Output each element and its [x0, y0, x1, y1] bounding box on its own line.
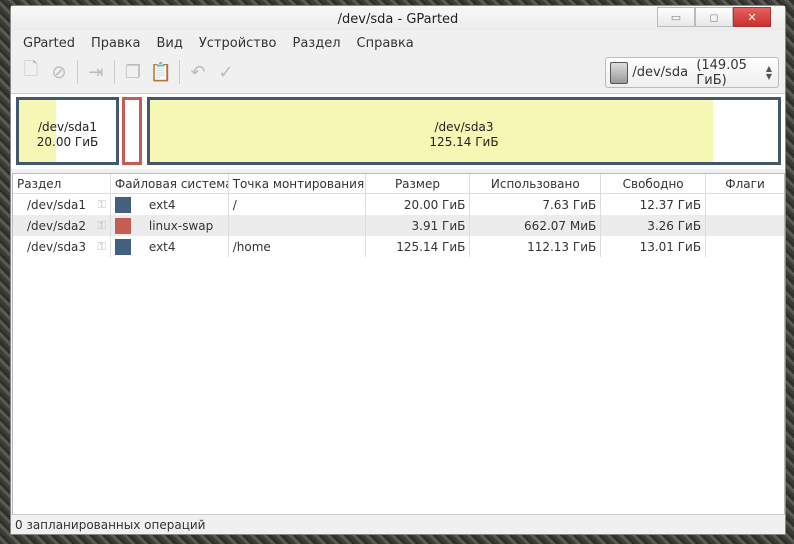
- fs-color-swatch: [114, 196, 131, 213]
- device-size: (149.05 ГиБ): [696, 57, 747, 88]
- mount-point: /: [232, 197, 237, 212]
- map-partition-size: 125.14 ГиБ: [429, 135, 499, 149]
- col-used[interactable]: Использовано: [470, 174, 602, 193]
- map-partition-size: 20.00 ГиБ: [36, 135, 99, 149]
- separator: [77, 60, 78, 84]
- hard-disk-icon: [610, 61, 629, 84]
- table-row[interactable]: /dev/sda1 ⚿ ext4 / 20.00 ГиБ 7.63 ГиБ 12.…: [13, 194, 784, 215]
- menu-edit[interactable]: Правка: [83, 36, 148, 51]
- menu-bar: GParted Правка Вид Устройство Раздел Спр…: [11, 31, 785, 55]
- table-row[interactable]: /dev/sda2 ⚿ linux-swap 3.91 ГиБ 662.07 Ми…: [13, 215, 784, 236]
- undo-icon[interactable]: ↶: [184, 58, 212, 86]
- partition-name: /dev/sda2: [27, 218, 87, 233]
- partition-table: Раздел Файловая система Точка монтирован…: [12, 173, 785, 515]
- free: 3.26 ГиБ: [647, 218, 702, 233]
- size: 20.00 ГиБ: [403, 197, 466, 212]
- partition-map: /dev/sda1 20.00 ГиБ /dev/sda3 125.14 ГиБ: [11, 93, 785, 169]
- free: 13.01 ГиБ: [639, 239, 702, 254]
- separator: [179, 60, 180, 84]
- menu-device[interactable]: Устройство: [191, 36, 285, 51]
- title-bar[interactable]: /dev/sda - GParted ▭ ◻ ✕: [11, 6, 785, 31]
- free: 12.37 ГиБ: [639, 197, 702, 212]
- delete-icon[interactable]: ⊘: [45, 58, 73, 86]
- gparted-window: /dev/sda - GParted ▭ ◻ ✕ GParted Правка …: [10, 5, 786, 535]
- map-partition-sda2[interactable]: [122, 97, 142, 165]
- col-partition[interactable]: Раздел: [13, 174, 111, 193]
- size: 3.91 ГиБ: [411, 218, 466, 233]
- pending-operations: 0 запланированных операций: [15, 517, 206, 532]
- resize-move-icon[interactable]: ⇥: [82, 58, 110, 86]
- filesystem: linux-swap: [148, 218, 214, 233]
- table-row[interactable]: /dev/sda3 ⚿ ext4 /home 125.14 ГиБ 112.13 …: [13, 236, 784, 257]
- map-partition-sda1[interactable]: /dev/sda1 20.00 ГиБ: [16, 97, 119, 165]
- used: 112.13 ГиБ: [527, 239, 597, 254]
- partition-name: /dev/sda1: [27, 197, 87, 212]
- maximize-button[interactable]: ◻: [695, 7, 733, 27]
- col-filesystem[interactable]: Файловая система: [111, 174, 229, 193]
- used: 7.63 ГиБ: [542, 197, 597, 212]
- toolbar: 🗋 ⊘ ⇥ ❐ 📋 ↶ ✓ /dev/sda (149.05 ГиБ) ▲ ▼: [11, 55, 785, 89]
- size: 125.14 ГиБ: [396, 239, 466, 254]
- key-icon: ⚿: [97, 239, 106, 253]
- col-size[interactable]: Размер: [366, 174, 471, 193]
- close-button[interactable]: ✕: [733, 7, 771, 27]
- menu-help[interactable]: Справка: [349, 36, 422, 51]
- table-header: Раздел Файловая система Точка монтирован…: [13, 174, 784, 194]
- key-icon: ⚿: [97, 197, 106, 211]
- copy-icon[interactable]: ❐: [119, 58, 147, 86]
- menu-gparted[interactable]: GParted: [15, 36, 83, 51]
- menu-partition[interactable]: Раздел: [284, 36, 348, 51]
- filesystem: ext4: [148, 239, 176, 254]
- paste-icon[interactable]: 📋: [147, 58, 175, 86]
- partition-name: /dev/sda3: [27, 239, 87, 254]
- minimize-button[interactable]: ▭: [657, 7, 695, 27]
- map-partition-sda3[interactable]: /dev/sda3 125.14 ГиБ: [147, 97, 781, 165]
- filesystem: ext4: [148, 197, 176, 212]
- mount-point: /home: [232, 239, 271, 254]
- device-name: /dev/sda: [632, 65, 689, 80]
- map-partition-name: /dev/sda1: [37, 120, 98, 134]
- key-icon: ⚿: [97, 218, 106, 232]
- fs-color-swatch: [114, 238, 131, 255]
- col-flags[interactable]: Флаги: [706, 174, 784, 193]
- device-selector[interactable]: /dev/sda (149.05 ГиБ) ▲ ▼: [605, 57, 779, 88]
- used: 662.07 МиБ: [524, 218, 597, 233]
- map-partition-name: /dev/sda3: [434, 120, 494, 134]
- new-partition-icon[interactable]: 🗋: [17, 58, 45, 86]
- status-bar: 0 запланированных операций: [11, 514, 785, 534]
- col-mountpoint[interactable]: Точка монтирования: [229, 174, 366, 193]
- col-free[interactable]: Свободно: [601, 174, 707, 193]
- spinner-arrows-icon: ▲ ▼: [765, 63, 772, 81]
- menu-view[interactable]: Вид: [148, 36, 190, 51]
- apply-icon[interactable]: ✓: [212, 58, 240, 86]
- separator: [114, 60, 115, 84]
- fs-color-swatch: [114, 217, 131, 234]
